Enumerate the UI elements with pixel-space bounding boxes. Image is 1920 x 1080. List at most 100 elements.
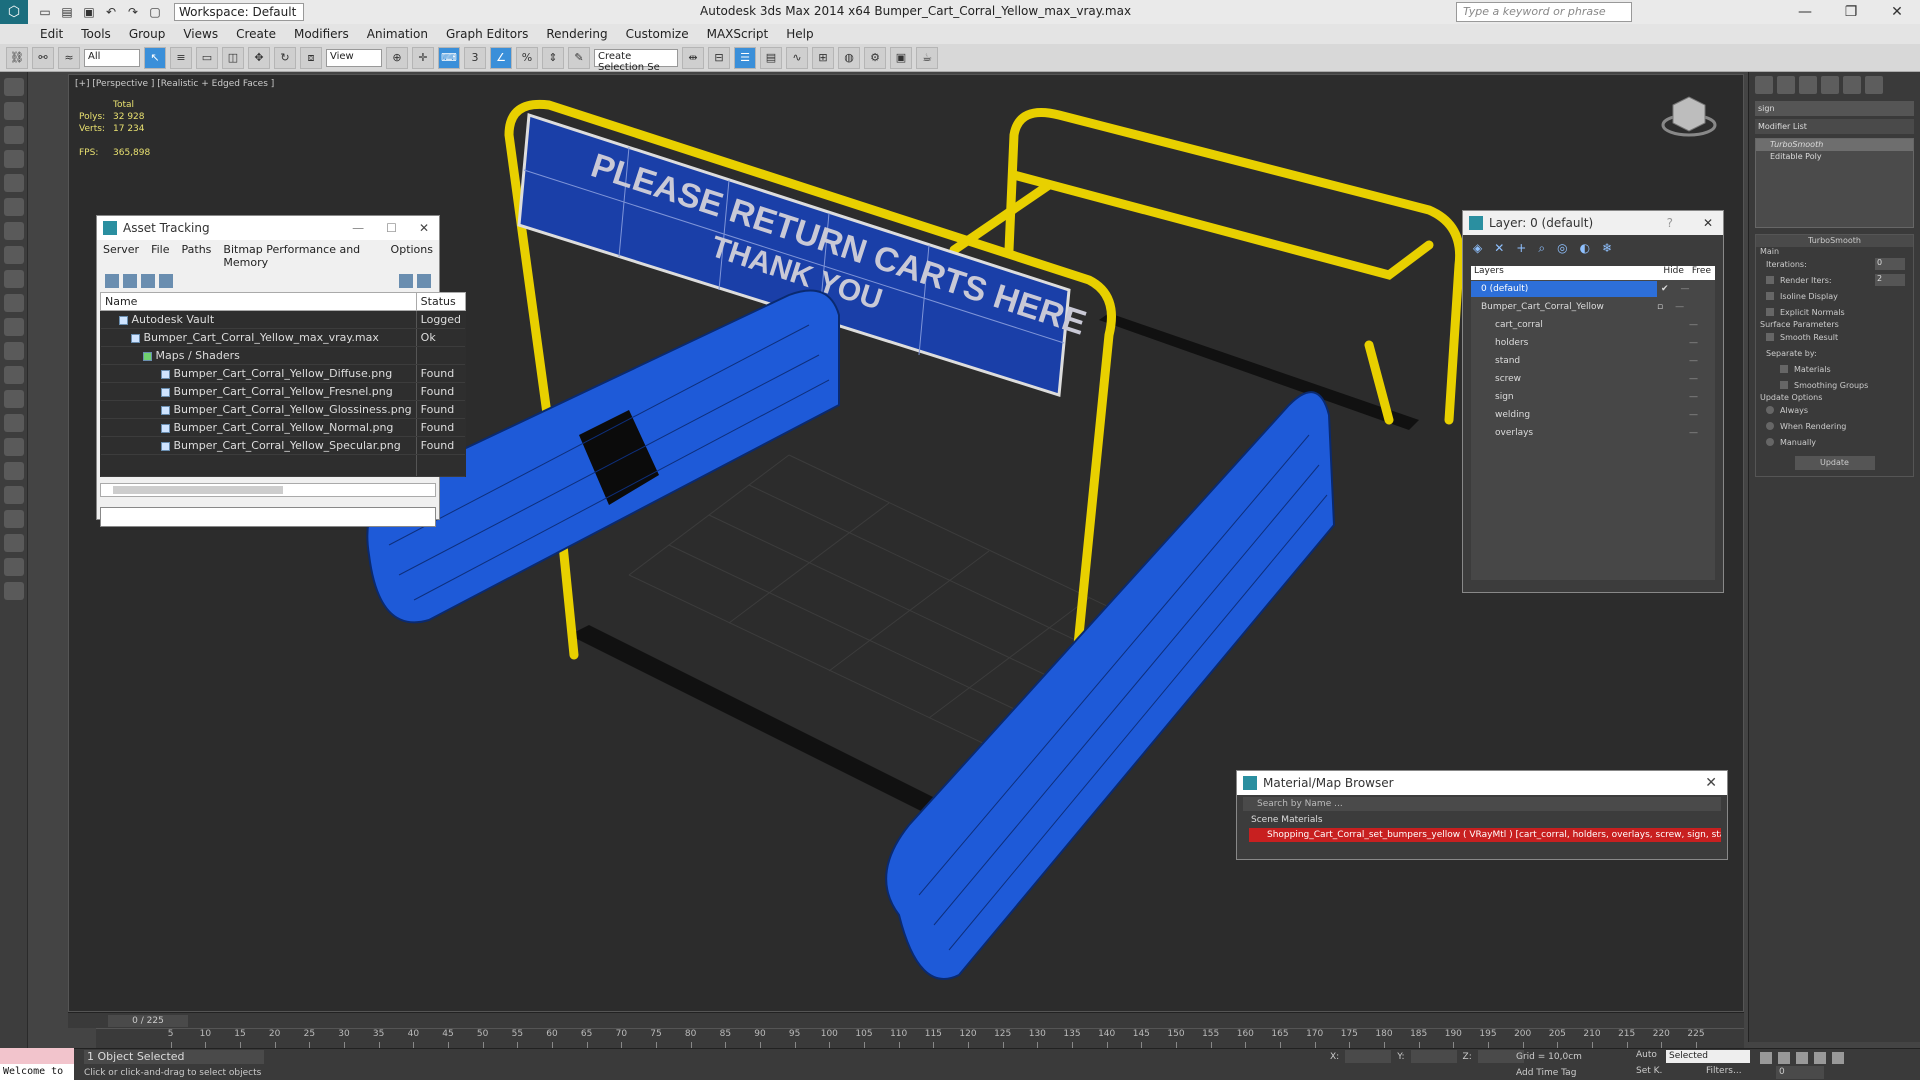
close-icon[interactable]: ✕ bbox=[1703, 216, 1713, 230]
smoothing-groups-checkbox[interactable] bbox=[1780, 381, 1788, 389]
schematic-view-icon[interactable]: ⊞ bbox=[812, 46, 834, 69]
tool-icon-20[interactable] bbox=[4, 534, 24, 552]
when-rendering-radio[interactable] bbox=[1766, 422, 1774, 430]
new-file-icon[interactable]: ▭ bbox=[36, 3, 54, 21]
tool-icon-18[interactable] bbox=[4, 486, 24, 504]
list-item[interactable]: cart_corral — bbox=[1471, 316, 1715, 334]
search-input[interactable]: Type a keyword or phrase bbox=[1456, 2, 1632, 22]
tool-icon-13[interactable] bbox=[4, 366, 24, 384]
menu-customize[interactable]: Customize bbox=[626, 27, 689, 41]
app-logo-icon[interactable]: ⬡ bbox=[0, 0, 28, 24]
table-row[interactable]: Bumper_Cart_Corral_Yellow_Diffuse.png Fo… bbox=[100, 364, 466, 383]
table-row[interactable]: Bumper_Cart_Corral_Yellow_Specular.png F… bbox=[100, 436, 466, 455]
tab-display[interactable] bbox=[1843, 76, 1861, 94]
menu-file[interactable]: File bbox=[151, 243, 169, 269]
list-item[interactable]: Bumper_Cart_Corral_Yellow ▫ — bbox=[1471, 298, 1715, 316]
tool-icon-15[interactable] bbox=[4, 414, 24, 432]
tool-icon-3[interactable] bbox=[4, 126, 24, 144]
table-row[interactable]: Bumper_Cart_Corral_Yellow_Normal.png Fou… bbox=[100, 418, 466, 437]
viewcube-icon[interactable] bbox=[1661, 96, 1717, 137]
selection-filter-dropdown[interactable]: All bbox=[84, 48, 140, 67]
close-icon[interactable]: ✕ bbox=[419, 221, 429, 235]
snap-toggle-icon[interactable]: 3 bbox=[464, 46, 486, 69]
previous-frame-icon[interactable] bbox=[1778, 1052, 1790, 1064]
close-icon[interactable]: ✕ bbox=[1705, 775, 1717, 791]
delete-layer-icon[interactable]: ✕ bbox=[1494, 241, 1504, 256]
rollout-title[interactable]: TurboSmooth bbox=[1756, 235, 1913, 247]
tab-modify[interactable] bbox=[1777, 76, 1795, 94]
close-icon[interactable]: ✕ bbox=[1874, 0, 1920, 24]
tool-icon-16[interactable] bbox=[4, 438, 24, 456]
maximize-icon[interactable]: ❐ bbox=[1828, 0, 1874, 24]
layer-manager-icon[interactable]: ☰ bbox=[734, 46, 756, 69]
spinner-snap-icon[interactable]: ⇕ bbox=[542, 46, 564, 69]
time-slider[interactable]: 0 / 225 bbox=[108, 1015, 188, 1027]
table-view-icon[interactable] bbox=[159, 274, 173, 288]
render-iters-checkbox[interactable] bbox=[1766, 276, 1774, 284]
rotate-icon[interactable]: ↻ bbox=[274, 46, 296, 69]
update-button[interactable]: Update bbox=[1794, 456, 1875, 470]
unlink-icon[interactable]: ⚯ bbox=[32, 46, 54, 69]
maxscript-mini-listener[interactable]: Welcome to bbox=[0, 1064, 74, 1080]
tab-hierarchy[interactable] bbox=[1799, 76, 1817, 94]
select-object-icon[interactable]: ↖ bbox=[144, 46, 166, 69]
scene-materials-section[interactable]: Scene Materials bbox=[1243, 815, 1721, 825]
tool-icon-12[interactable] bbox=[4, 342, 24, 360]
list-item[interactable]: holders — bbox=[1471, 334, 1715, 352]
help-icon[interactable]: ? bbox=[1667, 216, 1673, 230]
always-radio[interactable] bbox=[1766, 406, 1774, 414]
list-item[interactable]: overlays — bbox=[1471, 424, 1715, 442]
tool-icon-6[interactable] bbox=[4, 198, 24, 216]
menu-options[interactable]: Options bbox=[391, 243, 433, 269]
undo-icon[interactable]: ↶ bbox=[102, 3, 120, 21]
col-name-header[interactable]: Name bbox=[100, 292, 417, 311]
x-field[interactable] bbox=[1345, 1050, 1392, 1063]
align-icon[interactable]: ⊟ bbox=[708, 46, 730, 69]
maximize-icon[interactable]: ☐ bbox=[386, 221, 397, 235]
set-key-button[interactable]: Set K. bbox=[1636, 1066, 1662, 1076]
tool-icon-19[interactable] bbox=[4, 510, 24, 528]
next-frame-icon[interactable] bbox=[1814, 1052, 1826, 1064]
table-row[interactable]: Bumper_Cart_Corral_Yellow_Fresnel.png Fo… bbox=[100, 382, 466, 401]
pivot-center-icon[interactable]: ⊕ bbox=[386, 46, 408, 69]
help-icon[interactable] bbox=[399, 274, 413, 288]
table-row[interactable]: Autodesk Vault Logged bbox=[100, 310, 466, 329]
percent-snap-icon[interactable]: % bbox=[516, 46, 538, 69]
rect-selection-icon[interactable]: ▭ bbox=[196, 46, 218, 69]
list-item[interactable]: screw — bbox=[1471, 370, 1715, 388]
tool-icon-9[interactable] bbox=[4, 270, 24, 288]
maxscript-listener-mini[interactable] bbox=[0, 1048, 74, 1064]
explicit-normals-checkbox[interactable] bbox=[1766, 308, 1774, 316]
move-icon[interactable]: ✥ bbox=[248, 46, 270, 69]
tool-icon-7[interactable] bbox=[4, 222, 24, 240]
create-layer-icon[interactable]: ◈ bbox=[1473, 241, 1482, 256]
menu-views[interactable]: Views bbox=[183, 27, 218, 41]
tool-icon-22[interactable] bbox=[4, 582, 24, 600]
tool-icon-17[interactable] bbox=[4, 462, 24, 480]
graphite-ribbon-icon[interactable]: ▤ bbox=[760, 46, 782, 69]
tab-utilities[interactable] bbox=[1865, 76, 1883, 94]
current-frame-field[interactable]: 0 bbox=[1776, 1066, 1824, 1079]
mirror-icon[interactable]: ⇹ bbox=[682, 46, 704, 69]
menu-tools[interactable]: Tools bbox=[81, 27, 111, 41]
bind-spacewarp-icon[interactable]: ≈ bbox=[58, 46, 80, 69]
list-item[interactable]: sign — bbox=[1471, 388, 1715, 406]
object-name-field[interactable]: sign bbox=[1755, 101, 1914, 116]
table-row[interactable]: Bumper_Cart_Corral_Yellow_Glossiness.png… bbox=[100, 400, 466, 419]
menu-maxscript[interactable]: MAXScript bbox=[707, 27, 769, 41]
named-selection-dropdown[interactable]: Create Selection Se bbox=[594, 48, 678, 73]
smooth-result-checkbox[interactable] bbox=[1766, 333, 1774, 341]
angle-snap-icon[interactable]: ∠ bbox=[490, 46, 512, 69]
menu-server[interactable]: Server bbox=[103, 243, 139, 269]
menu-paths[interactable]: Paths bbox=[182, 243, 212, 269]
menu-create[interactable]: Create bbox=[236, 27, 276, 41]
freeze-all-icon[interactable]: ❄ bbox=[1602, 241, 1612, 256]
tool-icon-2[interactable] bbox=[4, 102, 24, 120]
highlight-layers-icon[interactable]: ◎ bbox=[1557, 241, 1567, 256]
curve-editor-icon[interactable]: ∿ bbox=[786, 46, 808, 69]
open-file-icon[interactable]: ▤ bbox=[58, 3, 76, 21]
col-status-header[interactable]: Status bbox=[415, 292, 466, 311]
col-layers-header[interactable]: Layers bbox=[1471, 266, 1659, 280]
materials-checkbox[interactable] bbox=[1780, 365, 1788, 373]
col-freeze-header[interactable]: Free bbox=[1688, 266, 1715, 280]
